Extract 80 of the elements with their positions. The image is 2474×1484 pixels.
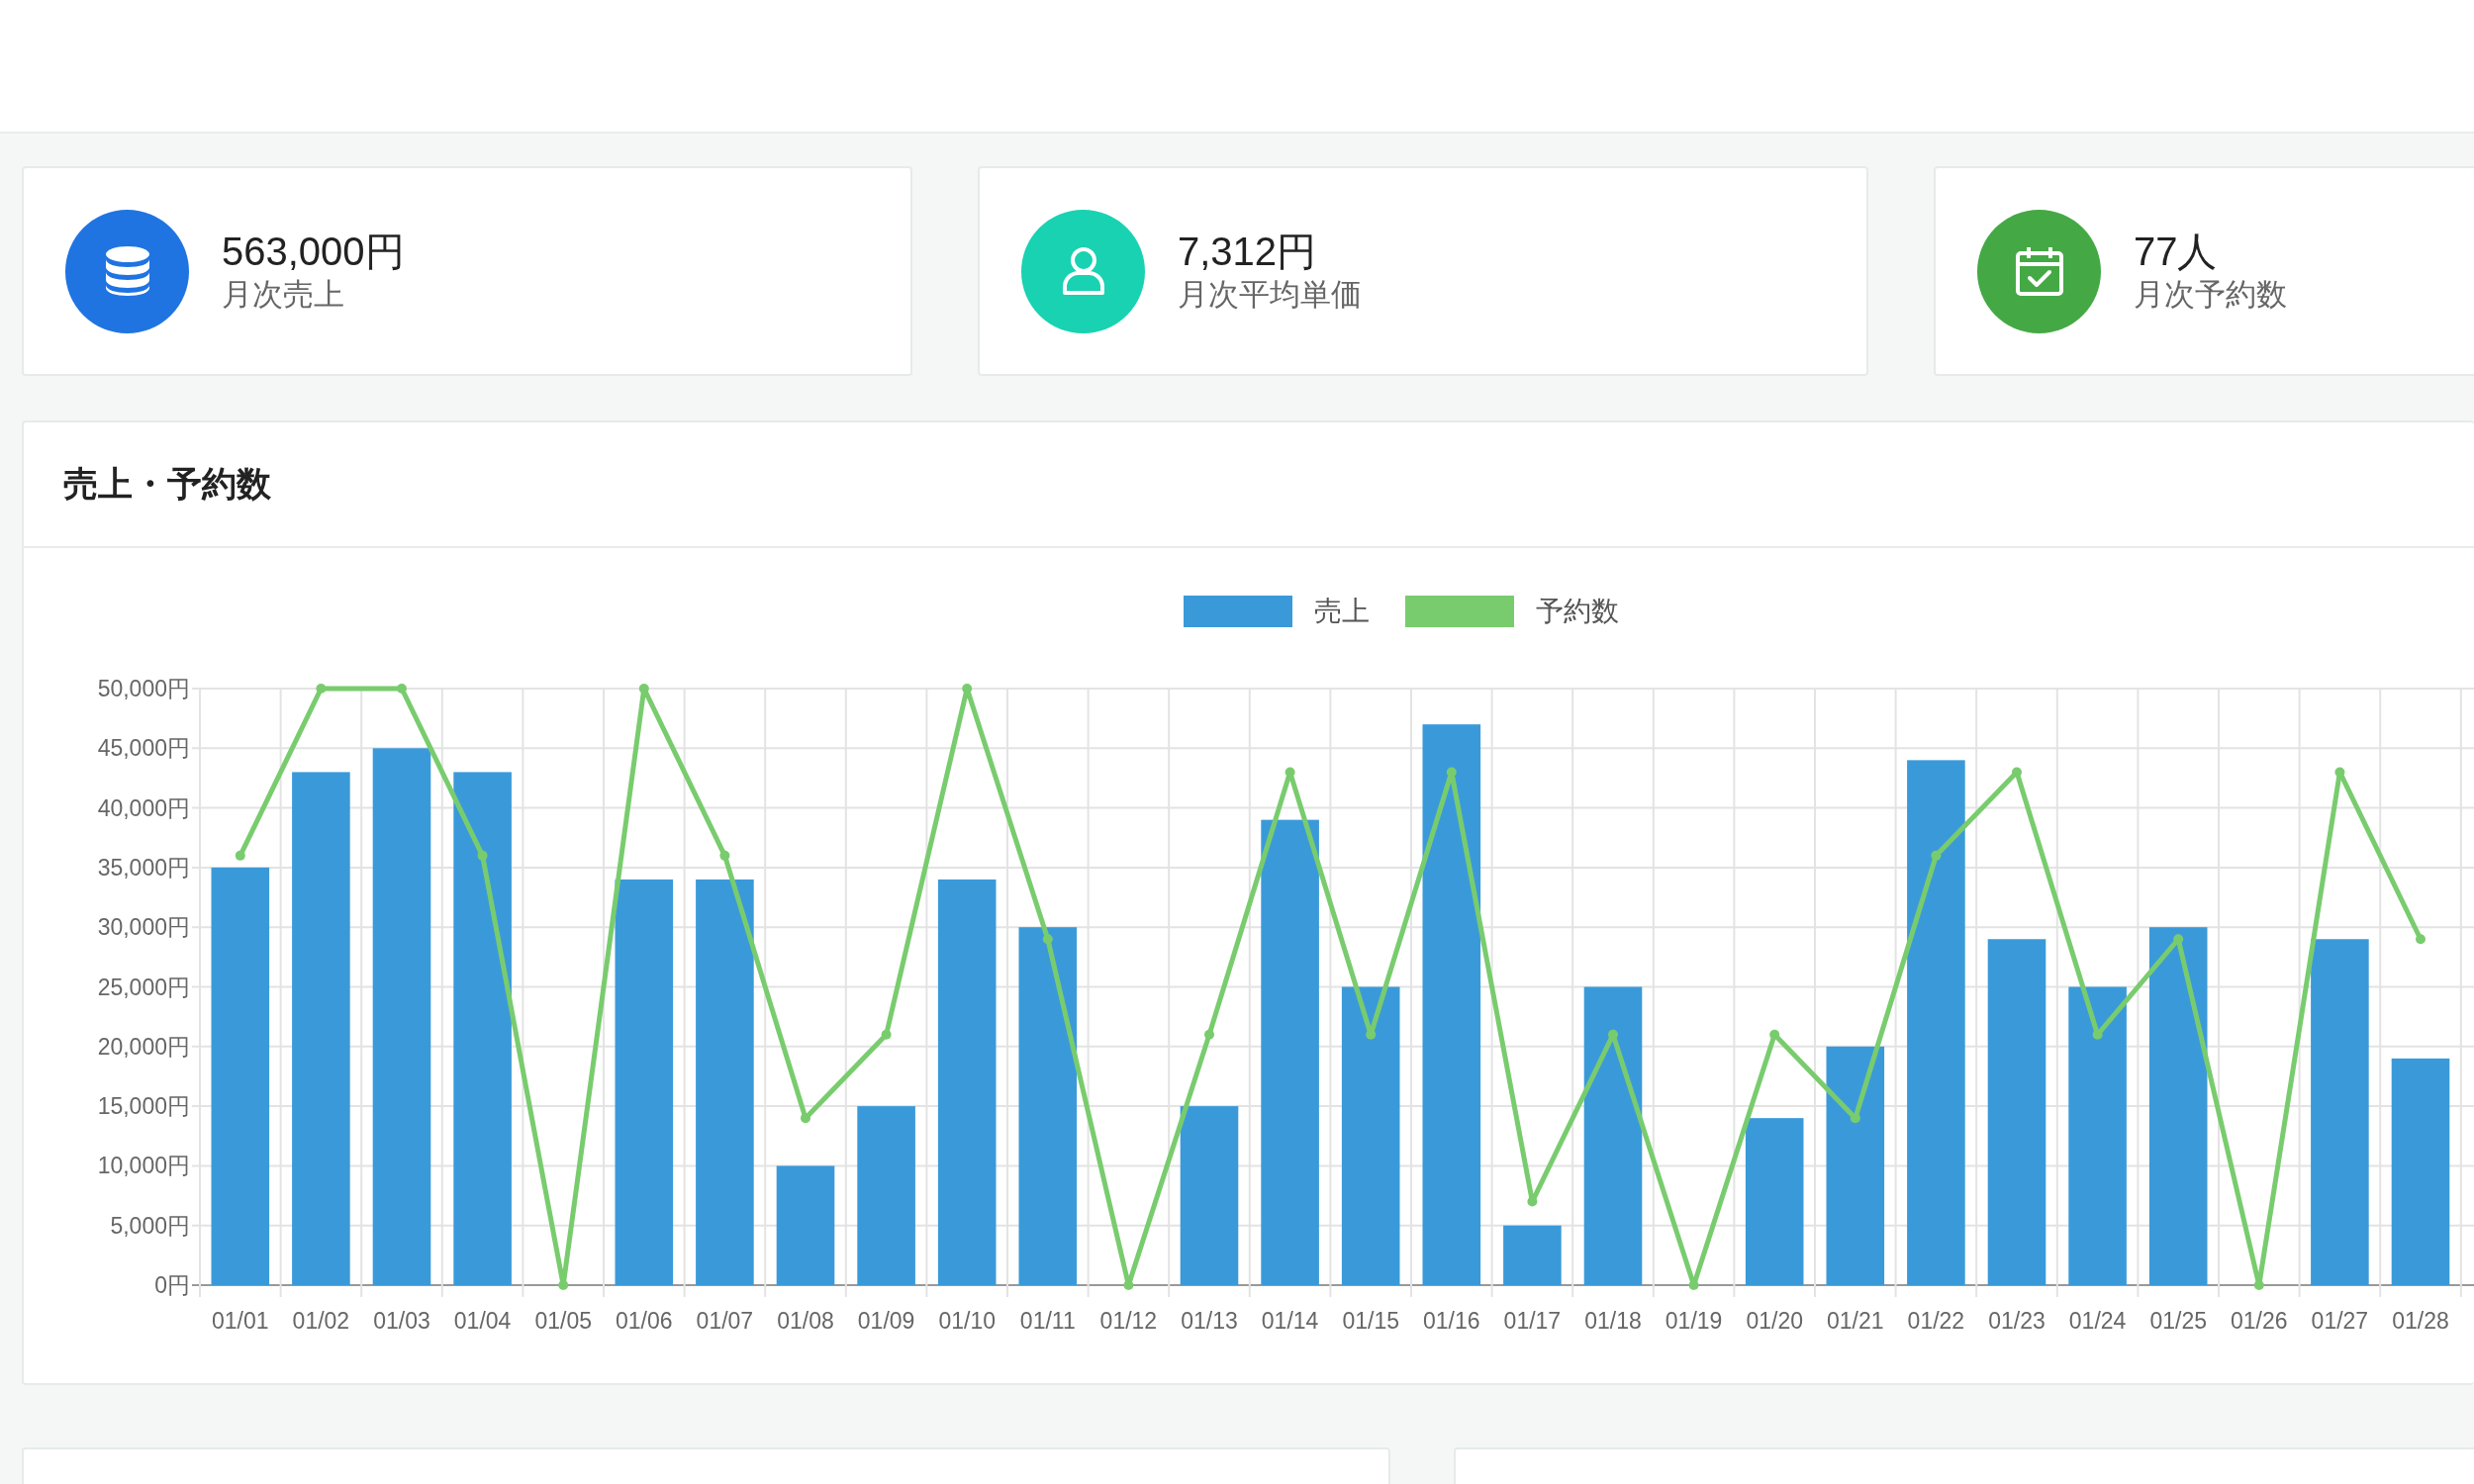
axis-label: 10,000円 (97, 1153, 190, 1179)
axis-label: 01/15 (1342, 1308, 1399, 1334)
legend-label: 売上 (1314, 595, 1370, 628)
axis-label: 25,000円 (97, 974, 190, 1000)
axis-label: 01/11 (1019, 1308, 1076, 1334)
data-point (477, 850, 488, 861)
axis-label: 01/28 (2392, 1308, 2449, 1334)
axis-label: 35,000円 (97, 854, 190, 881)
axis-label: 01/08 (777, 1308, 834, 1334)
stat-label: 月次予約数 (2134, 275, 2287, 314)
data-point (801, 1113, 810, 1124)
data-point (2416, 934, 2426, 945)
data-point (2012, 767, 2022, 778)
data-point (1204, 1029, 1214, 1040)
stat-value: 7,312円 (1178, 228, 1318, 275)
axis-label: 01/03 (373, 1308, 430, 1334)
axis-label: 30,000円 (97, 914, 190, 941)
data-point (1769, 1029, 1780, 1040)
card-title: 売上・予約数 (63, 463, 271, 506)
data-point (2092, 1029, 2103, 1040)
stat-value: 77人 (2134, 228, 2219, 275)
axis-label: 45,000円 (97, 735, 190, 762)
data-point (1366, 1029, 1377, 1040)
axis-label: 01/14 (1261, 1308, 1319, 1334)
axis-label: 01/12 (1099, 1308, 1158, 1334)
data-point (1608, 1029, 1618, 1040)
axis-label: 50,000円 (97, 676, 190, 701)
axis-label: 01/17 (1503, 1308, 1562, 1334)
data-point (1042, 934, 1053, 945)
data-point (638, 684, 649, 694)
axis-label: 01/13 (1181, 1308, 1238, 1334)
data-point (2173, 934, 2184, 945)
axis-label: 01/02 (292, 1308, 350, 1334)
data-point (1850, 1113, 1860, 1124)
axis-label: 01/22 (1907, 1308, 1965, 1334)
axis-label: 01/27 (2311, 1308, 2369, 1334)
axis-label: 01/24 (2068, 1308, 2127, 1334)
axis-label: 01/25 (2149, 1308, 2207, 1334)
stat-label: 月次売上 (222, 275, 345, 314)
axis-label: 01/20 (1746, 1308, 1803, 1334)
stat-label: 月次平均単価 (1178, 275, 1362, 314)
data-point (719, 850, 730, 861)
stat-value: 563,000円 (222, 228, 405, 275)
axis-label: 01/26 (2231, 1308, 2288, 1334)
data-point (1123, 1280, 1134, 1290)
data-point (1688, 1280, 1699, 1290)
axis-label: 0円 (154, 1272, 190, 1298)
bar (1503, 1225, 1562, 1285)
data-point (2253, 1280, 2264, 1290)
data-point (1446, 767, 1457, 778)
axis-label: 01/07 (696, 1308, 754, 1334)
legend-label: 予約数 (1536, 595, 1619, 628)
data-point (316, 684, 327, 694)
calendar-check-icon (2014, 245, 2064, 297)
axis-label: 01/19 (1665, 1308, 1723, 1334)
axis-label: 01/04 (453, 1308, 512, 1334)
axis-label: 01/01 (212, 1308, 269, 1334)
axis-label: 20,000円 (97, 1033, 190, 1060)
person-icon (1060, 245, 1106, 297)
axis-label: 40,000円 (97, 794, 190, 821)
axis-label: 01/05 (534, 1308, 592, 1334)
axis-label: 01/06 (616, 1308, 673, 1334)
axis-label: 01/21 (1827, 1308, 1884, 1334)
data-point (962, 684, 973, 694)
data-point (881, 1029, 892, 1040)
axis-label: 5,000円 (110, 1212, 190, 1239)
data-point (397, 684, 407, 694)
axis-label: 01/23 (1988, 1308, 2046, 1334)
data-point (2334, 767, 2345, 778)
data-point (1285, 767, 1295, 778)
database-icon (103, 245, 151, 297)
data-point (1527, 1196, 1538, 1207)
axis-label: 01/09 (857, 1308, 915, 1334)
data-point (558, 1280, 569, 1290)
axis-label: 01/10 (938, 1308, 996, 1334)
axis-label: 15,000円 (97, 1093, 190, 1120)
data-point (235, 850, 245, 861)
data-point (1931, 850, 1942, 861)
axis-label: 01/18 (1584, 1308, 1642, 1334)
axis-label: 01/16 (1423, 1308, 1480, 1334)
